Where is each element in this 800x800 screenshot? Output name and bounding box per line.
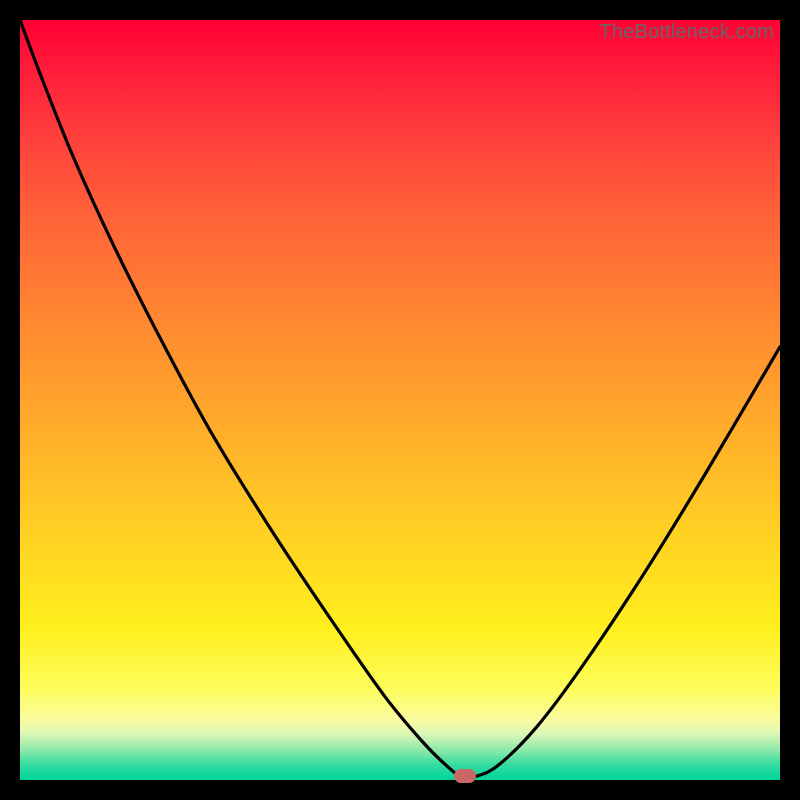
chart-frame: TheBottleneck.com <box>0 0 800 800</box>
plot-area: TheBottleneck.com <box>20 20 780 780</box>
optimal-marker <box>454 769 476 783</box>
bottleneck-curve <box>20 20 780 780</box>
